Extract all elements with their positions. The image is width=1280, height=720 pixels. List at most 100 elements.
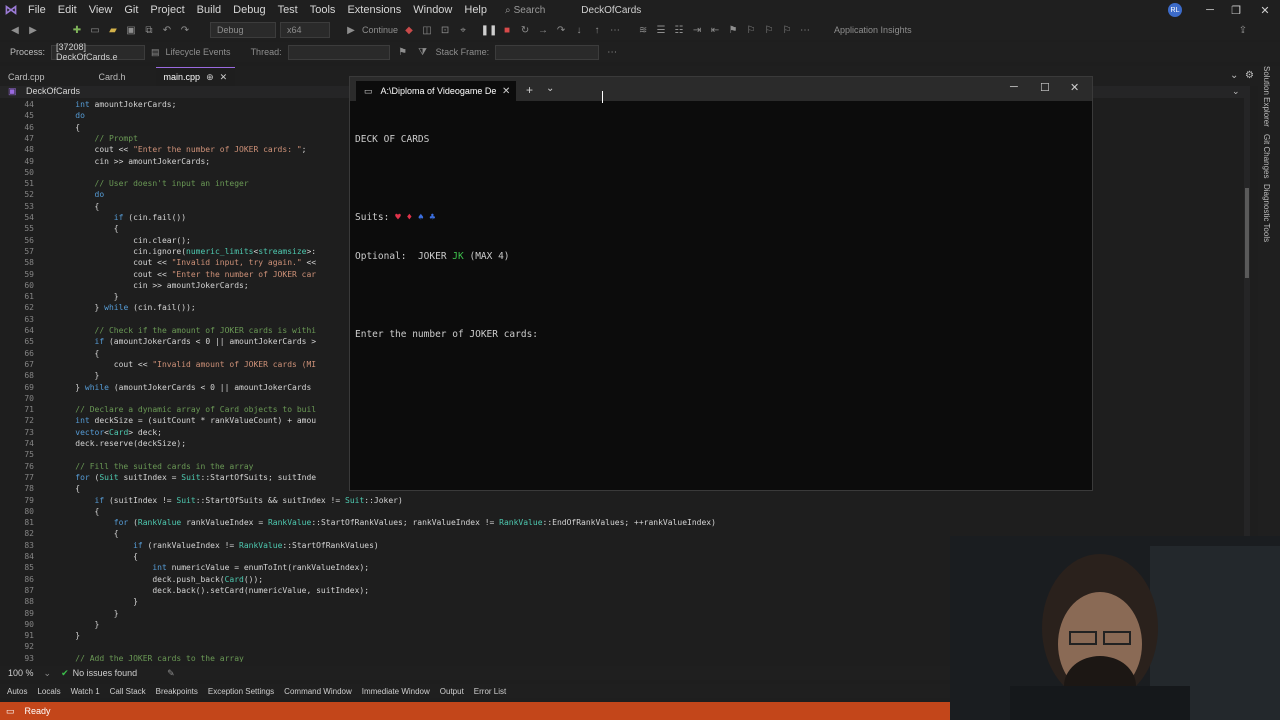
- diagnostic-tools-tab[interactable]: Diagnostic Tools: [1262, 184, 1271, 242]
- console-minimize-icon[interactable]: ─: [1010, 81, 1018, 93]
- tab-call-stack[interactable]: Call Stack: [105, 687, 151, 696]
- restore-icon[interactable]: ❐: [1221, 0, 1251, 20]
- code-line[interactable]: // Check if the amount of JOKER cards is…: [56, 326, 317, 335]
- pin-icon[interactable]: ⊕: [206, 72, 214, 83]
- step-out-icon[interactable]: ↑: [590, 23, 604, 37]
- restart-icon[interactable]: ↻: [518, 23, 532, 37]
- step-over-icon[interactable]: ↷: [554, 23, 568, 37]
- code-line[interactable]: {: [56, 202, 100, 211]
- screenshot-icon[interactable]: ◫: [420, 23, 434, 37]
- menu-edit[interactable]: Edit: [52, 0, 83, 20]
- code-line[interactable]: }: [56, 631, 80, 640]
- code-line[interactable]: for (Suit suitIndex = Suit::StartOfSuits…: [56, 473, 316, 482]
- code-line[interactable]: {: [56, 123, 80, 132]
- console-maximize-icon[interactable]: ☐: [1040, 81, 1050, 94]
- hot-reload-icon[interactable]: ◆: [402, 23, 416, 37]
- tab-settings-icon[interactable]: ⚙: [1245, 70, 1254, 81]
- stack-frame-more-icon[interactable]: ⋯: [605, 45, 619, 59]
- code-line[interactable]: cin.ignore(numeric_limits<streamsize>:: [56, 247, 316, 256]
- menu-test[interactable]: Test: [272, 0, 304, 20]
- code-line[interactable]: }: [56, 620, 100, 629]
- comment-icon[interactable]: ☰: [654, 23, 668, 37]
- continue-button[interactable]: Continue: [362, 25, 398, 35]
- code-line[interactable]: cout << "Invalid input, try again." <<: [56, 258, 316, 267]
- step-into-icon[interactable]: ↓: [572, 23, 586, 37]
- project-scope-dropdown[interactable]: DeckOfCards: [26, 86, 80, 96]
- stack-frame-dropdown[interactable]: [495, 44, 600, 60]
- code-line[interactable]: }: [56, 371, 100, 380]
- diag-icon[interactable]: ⌖: [456, 23, 470, 37]
- outdent-icon[interactable]: ⇤: [708, 23, 722, 37]
- continue-icon[interactable]: ▶: [344, 23, 358, 37]
- menu-git[interactable]: Git: [118, 0, 144, 20]
- tab-watch-1[interactable]: Watch 1: [66, 687, 105, 696]
- format-icon[interactable]: ≋: [636, 23, 650, 37]
- tab-breakpoints[interactable]: Breakpoints: [151, 687, 203, 696]
- code-line[interactable]: deck.reserve(deckSize);: [56, 439, 186, 448]
- show-next-statement-icon[interactable]: →: [536, 23, 550, 37]
- configuration-dropdown[interactable]: Debug: [210, 22, 276, 38]
- code-line[interactable]: cout << "Invalid amount of JOKER cards (…: [56, 360, 316, 369]
- nav-dropdown-icon[interactable]: ⌄: [1232, 86, 1240, 97]
- tab-close-icon[interactable]: ✕: [220, 72, 228, 83]
- code-line[interactable]: }: [56, 609, 119, 618]
- tab-main-cpp[interactable]: main.cpp ⊕ ✕: [155, 67, 236, 86]
- code-line[interactable]: } while (cin.fail());: [56, 303, 196, 312]
- zoom-dropdown-icon[interactable]: ⌄: [44, 668, 52, 679]
- code-line[interactable]: if (cin.fail()): [56, 213, 186, 222]
- code-line[interactable]: int numericValue = enumToInt(rankValueIn…: [56, 563, 369, 572]
- bookmark-next-icon[interactable]: ⚐: [762, 23, 776, 37]
- bookmark-icon[interactable]: ⚑: [726, 23, 740, 37]
- code-line[interactable]: // Fill the suited cards in the array: [56, 462, 253, 471]
- code-line[interactable]: do: [56, 111, 85, 120]
- console-close-icon[interactable]: ✕: [1070, 81, 1079, 94]
- tab-exception-settings[interactable]: Exception Settings: [203, 687, 279, 696]
- code-line[interactable]: deck.push_back(Card());: [56, 575, 263, 584]
- code-line[interactable]: // Prompt: [56, 134, 138, 143]
- code-line[interactable]: vector<Card> deck;: [56, 428, 162, 437]
- close-icon[interactable]: ✕: [1250, 0, 1280, 20]
- menu-extensions[interactable]: Extensions: [341, 0, 407, 20]
- menu-window[interactable]: Window: [407, 0, 458, 20]
- code-line[interactable]: {: [56, 529, 119, 538]
- menu-tools[interactable]: Tools: [304, 0, 342, 20]
- new-file-icon[interactable]: ▭: [88, 23, 102, 37]
- stop-icon[interactable]: ■: [500, 23, 514, 37]
- code-line[interactable]: {: [56, 224, 119, 233]
- console-window[interactable]: ▭ A:\Diploma of Videogame De ✕ + ⌄ ─ ☐ ✕…: [349, 76, 1093, 491]
- redo-icon[interactable]: ↷: [178, 23, 192, 37]
- git-changes-tab[interactable]: Git Changes: [1262, 134, 1271, 178]
- process-dropdown[interactable]: [37208] DeckOfCards.e: [51, 42, 146, 62]
- save-all-icon[interactable]: ⧉: [142, 23, 156, 37]
- bookmark-prev-icon[interactable]: ⚐: [744, 23, 758, 37]
- tab-overflow-icon[interactable]: ⌄: [1230, 70, 1238, 81]
- application-insights-dropdown[interactable]: Application Insights: [828, 23, 922, 37]
- code-line[interactable]: cout << "Enter the number of JOKER cards…: [56, 145, 307, 154]
- code-line[interactable]: }: [56, 292, 119, 301]
- code-line[interactable]: deck.back().setCard(numericValue, suitIn…: [56, 586, 369, 595]
- editor-scrollbar-thumb[interactable]: [1245, 188, 1249, 278]
- more-tools-icon[interactable]: ⋯: [798, 23, 812, 37]
- undo-icon[interactable]: ↶: [160, 23, 174, 37]
- menu-help[interactable]: Help: [458, 0, 493, 20]
- menu-file[interactable]: File: [22, 0, 52, 20]
- forward-icon[interactable]: ▶: [26, 23, 40, 37]
- code-line[interactable]: int deckSize = (suitCount * rankValueCou…: [56, 416, 316, 425]
- new-item-icon[interactable]: ✚: [70, 23, 84, 37]
- code-line[interactable]: cin.clear();: [56, 236, 191, 245]
- code-line[interactable]: cin >> amountJokerCards;: [56, 281, 249, 290]
- indent-icon[interactable]: ⇥: [690, 23, 704, 37]
- code-line[interactable]: // User doesn't input an integer: [56, 179, 249, 188]
- code-line[interactable]: if (suitIndex != Suit::StartOfSuits && s…: [56, 496, 403, 505]
- open-folder-icon[interactable]: ▰: [106, 23, 120, 37]
- menu-debug[interactable]: Debug: [227, 0, 271, 20]
- console-tab-close-icon[interactable]: ✕: [502, 86, 510, 97]
- tab-dropdown-icon[interactable]: ⌄: [546, 83, 554, 94]
- browser-icon[interactable]: ⊡: [438, 23, 452, 37]
- save-icon[interactable]: ▣: [124, 23, 138, 37]
- code-line[interactable]: for (RankValue rankValueIndex = RankValu…: [56, 518, 716, 527]
- menu-project[interactable]: Project: [144, 0, 190, 20]
- account-avatar[interactable]: RL: [1168, 3, 1182, 17]
- thread-filter-icon[interactable]: ⧩: [416, 45, 430, 59]
- code-line[interactable]: do: [56, 190, 105, 199]
